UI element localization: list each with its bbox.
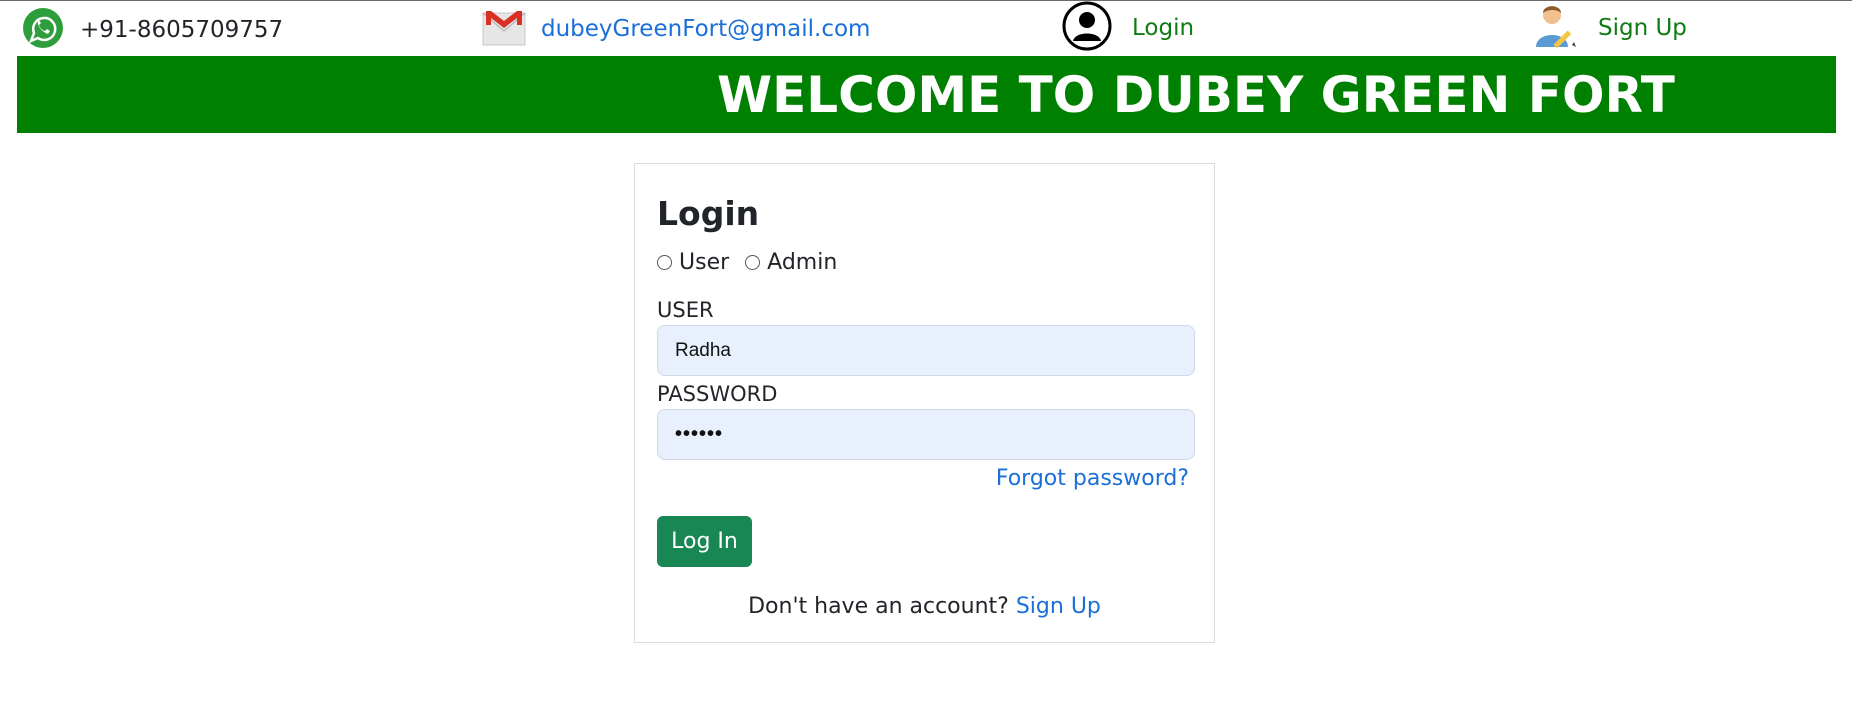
phone-number: +91-8605709757 bbox=[80, 16, 284, 43]
radio-admin[interactable] bbox=[745, 255, 761, 270]
no-account-row: Don't have an account? Sign Up bbox=[635, 594, 1214, 619]
email-contact[interactable]: dubeyGreenFort@gmail.com bbox=[482, 7, 870, 51]
username-value: Radha bbox=[675, 339, 731, 361]
whatsapp-icon bbox=[22, 7, 64, 53]
password-label: PASSWORD bbox=[657, 382, 778, 406]
role-option-admin[interactable]: Admin bbox=[745, 250, 837, 275]
signup-link-label: Sign Up bbox=[1598, 14, 1687, 41]
login-title: Login bbox=[657, 194, 760, 233]
login-link-label: Login bbox=[1132, 14, 1195, 41]
gmail-icon bbox=[482, 7, 526, 51]
login-link[interactable]: Login bbox=[1062, 1, 1194, 55]
password-value: •••••• bbox=[675, 423, 724, 445]
signup-footer-link[interactable]: Sign Up bbox=[1016, 594, 1101, 619]
radio-admin-label: Admin bbox=[767, 250, 838, 275]
login-button[interactable]: Log In bbox=[657, 516, 752, 567]
signup-link[interactable]: Sign Up bbox=[1530, 1, 1687, 55]
username-input[interactable]: Radha bbox=[657, 325, 1195, 376]
signup-person-icon bbox=[1530, 1, 1580, 55]
welcome-banner: WELCOME TO DUBEY GREEN FORT bbox=[17, 56, 1836, 133]
contact-bar: +91-8605709757 dubeyGreenFort@gmail.com … bbox=[0, 1, 1852, 56]
user-account-icon bbox=[1062, 1, 1112, 55]
role-selector: User Admin bbox=[657, 250, 853, 275]
role-option-user[interactable]: User bbox=[657, 250, 729, 275]
phone-contact[interactable]: +91-8605709757 bbox=[22, 7, 283, 53]
password-input[interactable]: •••••• bbox=[657, 409, 1195, 460]
user-label: USER bbox=[657, 298, 714, 322]
login-card: Login User Admin USER Radha PASSWORD •••… bbox=[634, 163, 1215, 643]
email-address: dubeyGreenFort@gmail.com bbox=[541, 15, 871, 42]
banner-title: WELCOME TO DUBEY GREEN FORT bbox=[717, 66, 1675, 124]
radio-user-label: User bbox=[679, 250, 730, 275]
no-account-text: Don't have an account? bbox=[748, 594, 1009, 619]
forgot-password-link[interactable]: Forgot password? bbox=[996, 466, 1189, 491]
radio-user[interactable] bbox=[657, 255, 672, 270]
